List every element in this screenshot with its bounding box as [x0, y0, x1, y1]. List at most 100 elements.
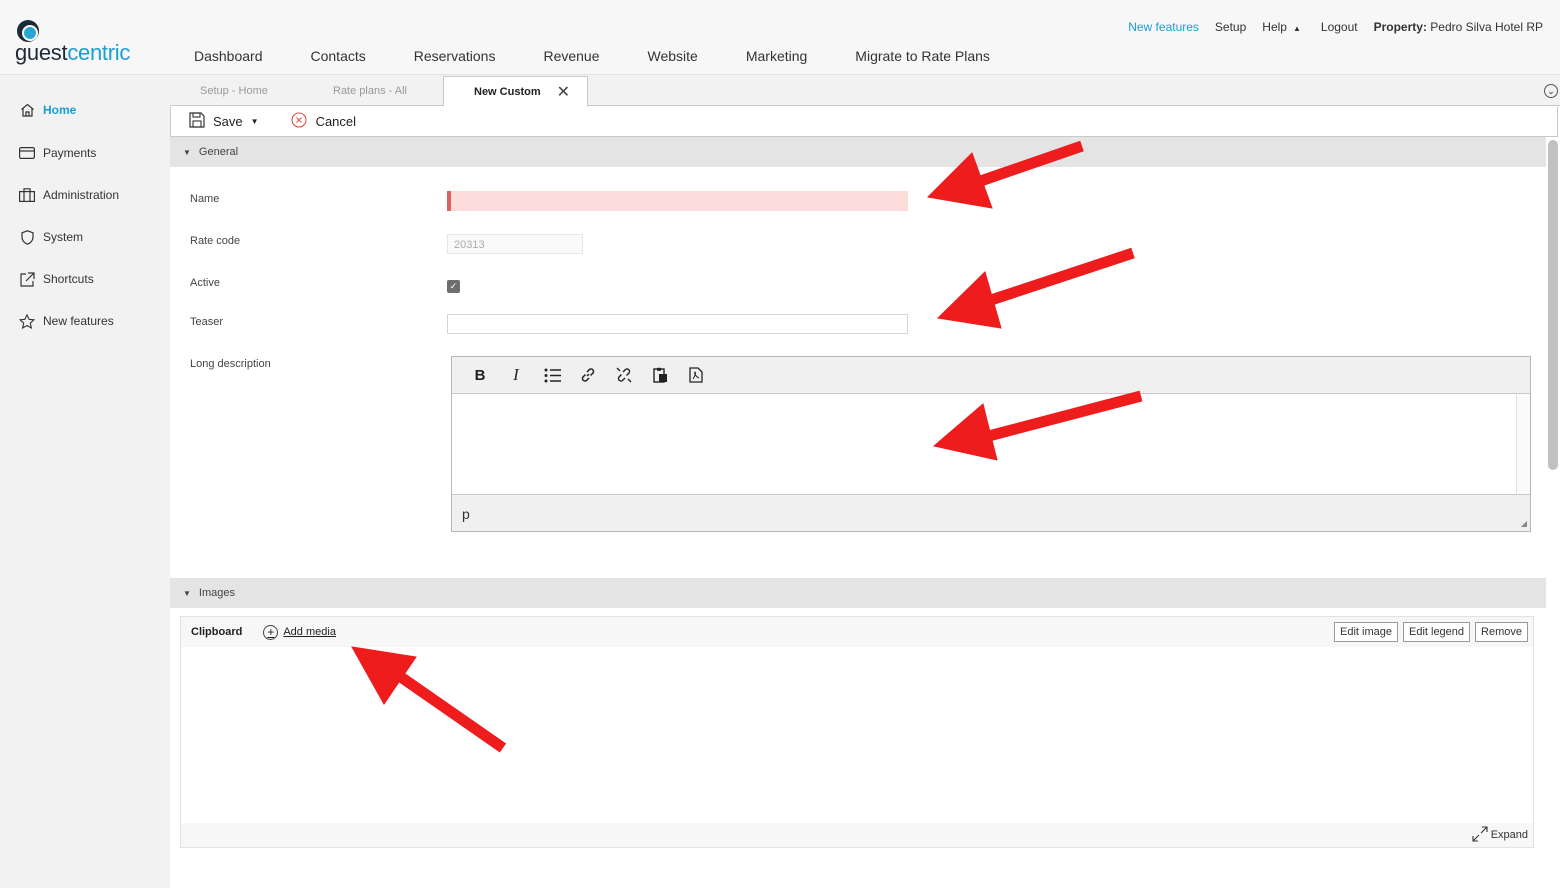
images-panel-footer: Expand	[181, 823, 1533, 847]
nav-contacts[interactable]: Contacts	[287, 48, 390, 64]
caret-down-icon: ▼	[183, 147, 191, 157]
sidebar-item-administration[interactable]: Administration	[18, 187, 119, 203]
section-title: General	[198, 146, 239, 158]
edit-legend-button[interactable]: Edit legend	[1402, 622, 1471, 642]
rich-text-editor: B I p ◢	[451, 356, 1531, 532]
logo-icon	[17, 20, 39, 42]
app-header: guestcentric Dashboard Contacts Reservat…	[0, 0, 1560, 75]
cancel-icon	[291, 112, 307, 131]
rate-code-input[interactable]: 20313	[447, 234, 583, 254]
external-link-icon	[18, 271, 36, 287]
link-icon[interactable]	[570, 363, 606, 387]
pdf-icon[interactable]	[678, 363, 714, 387]
chevron-down-icon[interactable]: ⌄	[1544, 84, 1558, 98]
sidebar: Home Payments Administration System Shor…	[0, 76, 168, 888]
teaser-input[interactable]	[447, 314, 908, 334]
caret-down-icon: ▼	[183, 588, 191, 598]
main-content: Setup - Home Rate plans - All New Custom…	[170, 76, 1560, 888]
star-icon	[18, 313, 36, 329]
bullet-list-icon[interactable]	[534, 363, 570, 387]
logout-link[interactable]: Logout	[1321, 20, 1358, 34]
expand-button[interactable]: Expand	[1472, 825, 1528, 845]
editor-scrollbar[interactable]	[1516, 394, 1530, 494]
add-media-label: Add media	[283, 626, 336, 638]
section-general-header[interactable]: ▼ General	[170, 137, 1546, 167]
sidebar-item-label: Shortcuts	[43, 272, 94, 286]
tab-setup-home[interactable]: Setup - Home	[200, 76, 268, 106]
add-media-link[interactable]: + Add media	[263, 624, 336, 640]
tab-bar: Setup - Home Rate plans - All New Custom…	[170, 76, 1560, 107]
cancel-label: Cancel	[315, 114, 357, 129]
card-icon	[18, 145, 36, 161]
unlink-icon[interactable]	[606, 363, 642, 387]
sidebar-item-new-features[interactable]: New features	[18, 313, 114, 329]
close-icon[interactable]: ✕	[557, 82, 570, 102]
resize-handle-icon[interactable]: ◢	[1521, 519, 1527, 528]
top-links: New features Setup Help ▲ Logout Property…	[1112, 20, 1543, 34]
shield-icon	[18, 229, 36, 245]
save-button[interactable]: Save ▼	[189, 112, 259, 131]
clipboard-label: Clipboard	[191, 626, 243, 638]
expand-icon	[1472, 825, 1488, 845]
sidebar-item-shortcuts[interactable]: Shortcuts	[18, 271, 94, 287]
image-actions: Edit image Edit legend Remove	[1329, 622, 1528, 642]
images-panel-header: Clipboard + Add media Edit image Edit le…	[181, 617, 1533, 647]
teaser-label: Teaser	[190, 316, 224, 328]
sidebar-item-label: Administration	[43, 188, 120, 202]
new-features-link[interactable]: New features	[1128, 20, 1199, 34]
nav-marketing[interactable]: Marketing	[722, 48, 831, 64]
caret-up-icon: ▲	[1292, 24, 1301, 33]
editor-toolbar: B I	[452, 357, 1530, 394]
nav-revenue[interactable]: Revenue	[519, 48, 623, 64]
nav-migrate-rate-plans[interactable]: Migrate to Rate Plans	[831, 48, 1014, 64]
images-panel: Clipboard + Add media Edit image Edit le…	[180, 616, 1534, 848]
name-label: Name	[190, 193, 220, 205]
property-info: Property: Pedro Silva Hotel RP	[1374, 20, 1543, 34]
sidebar-item-label: System	[43, 230, 84, 244]
setup-link[interactable]: Setup	[1215, 20, 1246, 34]
nav-website[interactable]: Website	[624, 48, 722, 64]
editor-status-bar: p ◢	[452, 494, 1530, 531]
caret-down-icon[interactable]: ▼	[251, 117, 259, 126]
long-description-label: Long description	[190, 358, 271, 370]
active-label: Active	[190, 277, 220, 289]
sidebar-item-label: Payments	[43, 146, 97, 160]
name-input[interactable]	[447, 191, 908, 211]
bold-icon[interactable]: B	[462, 363, 498, 387]
edit-image-button[interactable]: Edit image	[1334, 622, 1398, 642]
sidebar-item-label: New features	[43, 314, 114, 328]
logo-text-part2: centric	[67, 40, 131, 65]
save-label: Save	[213, 114, 243, 129]
guestcentric-logo[interactable]: guestcentric	[15, 20, 130, 66]
nav-dashboard[interactable]: Dashboard	[170, 48, 287, 64]
active-checkbox[interactable]: ✓	[447, 280, 460, 293]
tab-rate-plans-all[interactable]: Rate plans - All	[333, 76, 407, 106]
property-value: Pedro Silva Hotel RP	[1430, 20, 1543, 34]
home-icon	[18, 102, 36, 118]
save-icon	[189, 112, 205, 131]
rate-code-label: Rate code	[190, 235, 241, 247]
cancel-button[interactable]: Cancel	[291, 112, 356, 131]
remove-button[interactable]: Remove	[1475, 622, 1528, 642]
expand-label: Expand	[1490, 829, 1528, 841]
paste-icon[interactable]	[642, 363, 678, 387]
sidebar-item-home[interactable]: Home	[18, 102, 76, 118]
page-scrollbar[interactable]	[1548, 140, 1558, 470]
form-toolbar: Save ▼ Cancel	[170, 107, 1558, 137]
help-label: Help	[1262, 20, 1287, 34]
help-menu[interactable]: Help ▲	[1262, 20, 1301, 34]
tab-label: New Custom	[474, 85, 541, 98]
editor-content-area[interactable]	[452, 394, 1530, 494]
editor-path-label[interactable]: p	[462, 506, 470, 522]
section-images-header[interactable]: ▼ Images	[170, 578, 1546, 608]
plus-circle-icon: +	[263, 624, 279, 640]
section-title: Images	[198, 587, 235, 599]
property-label: Property:	[1373, 20, 1427, 34]
nav-reservations[interactable]: Reservations	[390, 48, 520, 64]
italic-icon[interactable]: I	[498, 363, 534, 387]
sidebar-item-payments[interactable]: Payments	[18, 145, 96, 161]
tab-new-custom[interactable]: New Custom ✕	[443, 76, 589, 107]
sidebar-item-label: Home	[43, 103, 77, 117]
sidebar-item-system[interactable]: System	[18, 229, 83, 245]
logo-text-part1: guest	[15, 40, 68, 65]
